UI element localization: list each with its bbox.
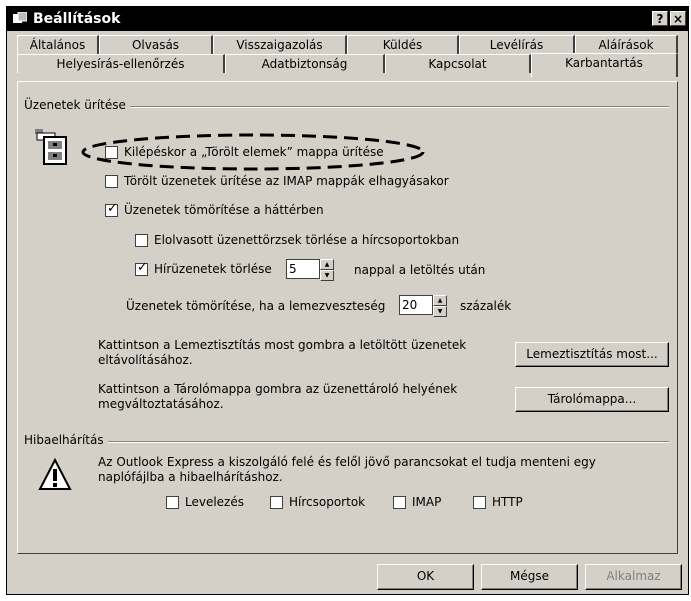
- compact-bg-checkbox[interactable]: Üzenetek tömörítése a háttérben: [105, 201, 324, 217]
- ok-button[interactable]: OK: [377, 564, 474, 590]
- tab-karbantartas[interactable]: Karbantartás: [531, 53, 678, 77]
- compact-percent-stepper[interactable]: 20 ▲ ▼: [399, 295, 447, 317]
- tab-olvasas[interactable]: Olvasás: [99, 35, 213, 54]
- tab-kapcsolat[interactable]: Kapcsolat: [385, 54, 531, 73]
- store-description: Kattintson a Tárolómappa gombra az üzene…: [98, 382, 458, 411]
- tab-levelirasa[interactable]: Levélírás: [459, 35, 575, 54]
- tab-panel: Üzenetek ürítése Kilépéskor a „Törölt el…: [17, 81, 678, 554]
- warning-icon: [38, 458, 72, 490]
- spin-down-icon[interactable]: ▼: [320, 270, 334, 281]
- troubleshoot-description: Az Outlook Express a kiszolgáló felé és …: [98, 455, 596, 484]
- checkbox-box[interactable]: [135, 260, 148, 276]
- checkbox-box[interactable]: [393, 495, 406, 509]
- apply-button[interactable]: Alkalmaz: [585, 564, 682, 590]
- compact-percent-suffix: százalék: [460, 299, 512, 313]
- delete-news-checkbox[interactable]: Hírüzenetek törlése: [135, 260, 272, 276]
- delete-read-bodies-checkbox[interactable]: Elolvasott üzenettörzsek törlése a hírcs…: [135, 233, 459, 247]
- checkbox-box[interactable]: [135, 233, 148, 247]
- compact-percent-input[interactable]: 20: [399, 295, 433, 315]
- checkbox-box[interactable]: [105, 174, 118, 188]
- log-http-checkbox[interactable]: HTTP: [473, 495, 523, 509]
- settings-window: Beállítások ? × Általános Olvasás Vissza…: [6, 6, 689, 595]
- tab-alairasok[interactable]: Aláírások: [575, 35, 678, 54]
- delete-news-label: Hírüzenetek törlése: [154, 262, 272, 276]
- checkbox-box[interactable]: [105, 201, 118, 217]
- cleanup-group-title: Üzenetek ürítése: [24, 98, 130, 112]
- delete-read-bodies-label: Elolvasott üzenettörzsek törlése a hírcs…: [154, 233, 460, 247]
- log-imap-label: IMAP: [412, 495, 442, 509]
- close-button[interactable]: ×: [670, 11, 686, 26]
- log-http-label: HTTP: [492, 495, 523, 509]
- compact-bg-label: Üzenetek tömörítése a háttérben: [124, 203, 324, 217]
- compact-when-label: Üzenetek tömörítése, ha a lemezveszteség: [126, 299, 386, 313]
- spin-up-icon[interactable]: ▲: [320, 259, 334, 270]
- store-folder-button[interactable]: Tárolómappa...: [515, 387, 669, 412]
- log-news-label: Hírcsoportok: [289, 495, 366, 509]
- log-mail-checkbox[interactable]: Levelezés: [166, 495, 244, 509]
- news-days-stepper[interactable]: 5 ▲ ▼: [286, 259, 334, 281]
- cleanup-description: Kattintson a Lemeztisztítás most gombra …: [98, 338, 467, 367]
- tab-kuldes[interactable]: Küldés: [347, 35, 459, 54]
- empty-deleted-label: Kilépéskor a „Törölt elemek” mappa üríté…: [124, 145, 384, 159]
- news-days-suffix: nappal a letöltés után: [354, 263, 486, 277]
- recycle-bin-icon: [35, 129, 67, 165]
- tab-helyesiras[interactable]: Helyesírás-ellenőrzés: [17, 54, 225, 73]
- cancel-button[interactable]: Mégse: [481, 564, 578, 590]
- empty-deleted-checkbox[interactable]: Kilépéskor a „Törölt elemek” mappa üríté…: [105, 145, 384, 159]
- checkbox-box[interactable]: [105, 145, 118, 159]
- log-news-checkbox[interactable]: Hírcsoportok: [270, 495, 365, 509]
- help-button[interactable]: ?: [652, 11, 668, 26]
- cleanup-now-button[interactable]: Lemeztisztítás most...: [515, 342, 669, 367]
- log-mail-label: Levelezés: [185, 495, 244, 509]
- window-title: Beállítások: [33, 11, 121, 27]
- troubleshoot-group-title: Hibaelhárítás: [24, 433, 108, 447]
- tab-visszaigazolas[interactable]: Visszaigazolás: [213, 35, 347, 54]
- tab-altalanos[interactable]: Általános: [17, 35, 99, 54]
- settings-window-icon: [13, 12, 27, 23]
- tab-adatbiztonsag[interactable]: Adatbiztonság: [225, 54, 385, 73]
- checkbox-box[interactable]: [166, 495, 179, 509]
- log-imap-checkbox[interactable]: IMAP: [393, 495, 441, 509]
- title-bar[interactable]: Beállítások ? ×: [7, 7, 688, 31]
- checkbox-box[interactable]: [473, 495, 486, 509]
- purge-imap-checkbox[interactable]: Törölt üzenetek ürítése az IMAP mappák e…: [105, 174, 449, 188]
- group-divider: [24, 441, 669, 443]
- purge-imap-label: Törölt üzenetek ürítése az IMAP mappák e…: [124, 174, 449, 188]
- checkbox-box[interactable]: [270, 495, 283, 509]
- news-days-input[interactable]: 5: [286, 259, 320, 279]
- spin-down-icon[interactable]: ▼: [433, 306, 447, 317]
- spin-up-icon[interactable]: ▲: [433, 295, 447, 306]
